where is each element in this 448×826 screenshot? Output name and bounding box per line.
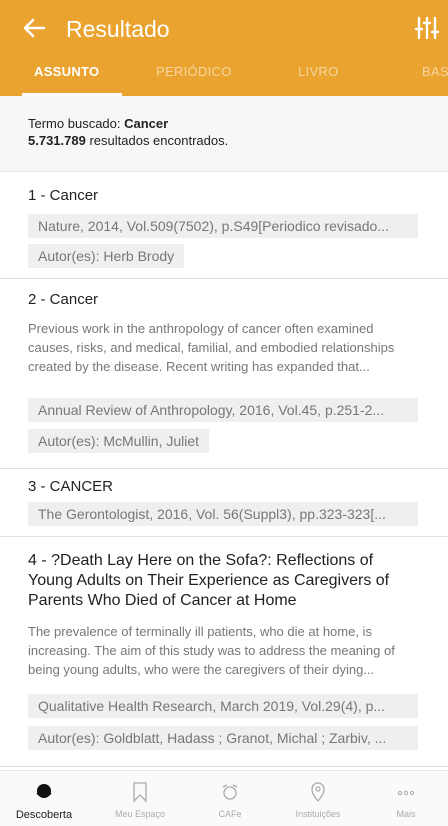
nav-label: Descoberta <box>15 809 73 821</box>
results-count-suffix: resultados encontrados. <box>89 133 229 148</box>
tab-assunto[interactable]: ASSUNTO <box>34 64 99 79</box>
result-source: Annual Review of Anthropology, 2016, Vol… <box>28 398 418 422</box>
results-count: 5.731.789 <box>28 133 86 148</box>
nav-descoberta[interactable]: Descoberta <box>4 777 84 825</box>
result-item[interactable]: 2 - Cancer Previous work in the anthropo… <box>0 279 448 469</box>
back-arrow-icon[interactable] <box>22 14 46 42</box>
page-title: Resultado <box>66 16 170 42</box>
result-authors: Autor(es): McMullin, Juliet <box>28 429 210 453</box>
filter-sliders-icon[interactable] <box>414 14 440 42</box>
result-authors: Autor(es): Goldblatt, Hadass ; Granot, M… <box>28 726 418 750</box>
app-header: Resultado ASSUNTO PERIÓDICO LIVRO BAS <box>0 0 448 96</box>
tab-livro[interactable]: LIVRO <box>298 64 339 79</box>
result-source: The Gerontologist, 2016, Vol. 56(Suppl3)… <box>28 502 418 526</box>
result-item[interactable]: 3 - CANCER The Gerontologist, 2016, Vol.… <box>0 469 448 537</box>
category-tabs: ASSUNTO PERIÓDICO LIVRO BAS <box>0 58 448 96</box>
search-summary: Termo buscado: Cancer 5.731.789 resultad… <box>0 96 448 172</box>
result-abstract: Previous work in the anthropology of can… <box>28 321 395 374</box>
result-item[interactable]: 4 - ?Death Lay Here on the Sofa?: Reflec… <box>0 537 448 767</box>
nav-label: CAFe <box>218 809 242 819</box>
result-title[interactable]: 4 - ?Death Lay Here on the Sofa?: Reflec… <box>28 551 418 611</box>
nav-label: Mais <box>396 809 416 819</box>
bookmark-icon <box>130 781 150 803</box>
nav-cafe[interactable]: CAFe <box>190 777 270 825</box>
result-title[interactable]: 2 - Cancer <box>28 290 418 310</box>
cafe-icon <box>220 781 240 803</box>
search-term-label: Termo buscado: <box>28 116 121 131</box>
results-count-line: 5.731.789 resultados encontrados. <box>28 133 228 148</box>
nav-label: Meu Espaço <box>114 809 166 819</box>
discovery-icon <box>34 781 54 803</box>
result-source: Nature, 2014, Vol.509(7502), p.S49[Perio… <box>28 214 418 238</box>
result-abstract: The prevalence of terminally ill patient… <box>28 624 395 677</box>
nav-instituicoes[interactable]: Instituições <box>278 777 358 825</box>
search-term-value: Cancer <box>124 116 169 131</box>
nav-label: Instituições <box>295 809 341 819</box>
result-item[interactable]: 1 - Cancer Nature, 2014, Vol.509(7502), … <box>0 172 448 279</box>
nav-mais[interactable]: Mais <box>366 777 446 825</box>
bottom-navigation: Descoberta Meu Espaço CAFe Instituições … <box>0 770 448 826</box>
tab-bases[interactable]: BAS <box>422 64 448 79</box>
result-authors: Autor(es): Herb Brody <box>28 244 185 268</box>
result-title[interactable]: 3 - CANCER <box>28 477 418 497</box>
location-pin-icon <box>308 781 328 803</box>
nav-meu-espaco[interactable]: Meu Espaço <box>100 777 180 825</box>
more-dots-icon <box>396 781 416 803</box>
search-term-line: Termo buscado: Cancer <box>28 116 168 131</box>
tab-periodico[interactable]: PERIÓDICO <box>156 64 232 79</box>
result-source: Qualitative Health Research, March 2019,… <box>28 694 418 718</box>
result-title[interactable]: 1 - Cancer <box>28 186 418 206</box>
